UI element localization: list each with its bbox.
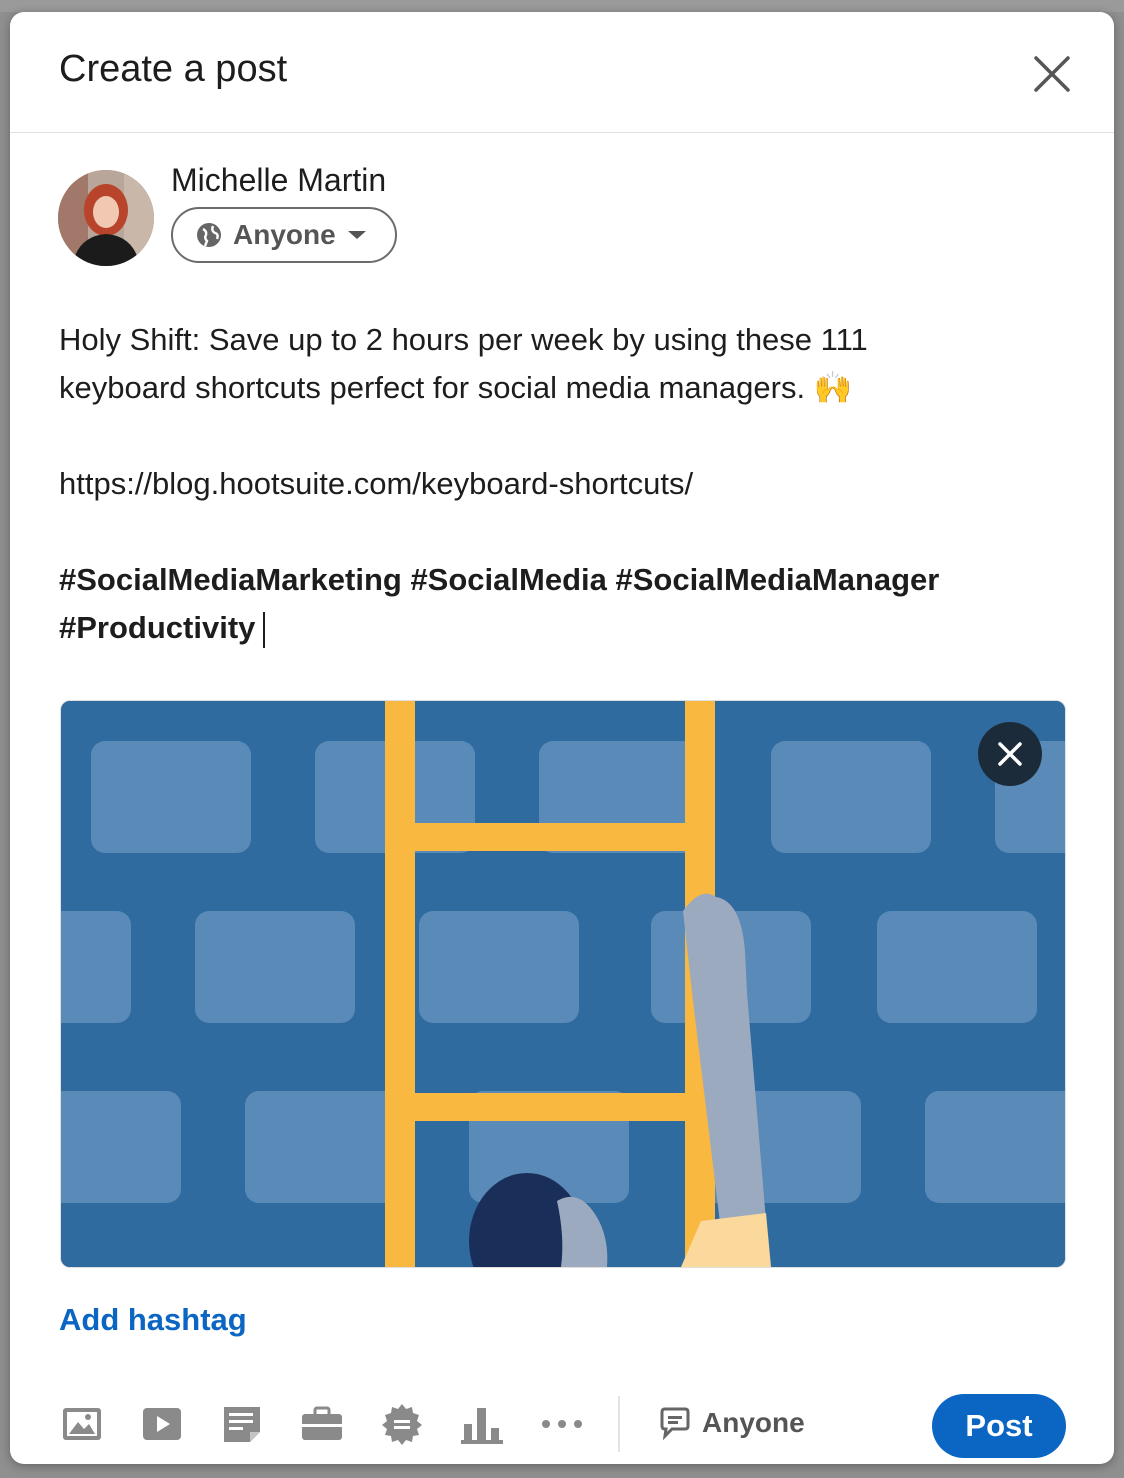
post-text-editor[interactable]: Holy Shift: Save up to 2 hours per week …	[59, 316, 1059, 652]
remove-media-button[interactable]	[978, 722, 1042, 786]
photo-icon[interactable]	[60, 1402, 104, 1446]
poll-icon[interactable]	[460, 1402, 504, 1446]
video-icon[interactable]	[140, 1402, 184, 1446]
comment-visibility-label: Anyone	[702, 1407, 805, 1438]
more-icon[interactable]	[540, 1402, 584, 1446]
celebrate-icon[interactable]	[380, 1402, 424, 1446]
modal-header: Create a post	[10, 12, 1114, 133]
media-preview	[60, 700, 1066, 1268]
post-line-1: Holy Shift: Save up to 2 hours per week …	[59, 322, 868, 357]
caret-down-icon	[347, 231, 366, 239]
author-name: Michelle Martin	[171, 162, 387, 198]
globe-icon	[197, 223, 221, 247]
document-icon[interactable]	[220, 1402, 264, 1446]
avatar	[58, 170, 154, 266]
close-icon	[998, 742, 1022, 766]
visibility-dropdown[interactable]: Anyone	[171, 207, 397, 263]
post-hashtags-line-2: #Productivity	[59, 610, 256, 645]
text-cursor	[263, 611, 266, 648]
post-button[interactable]: Post	[932, 1394, 1066, 1458]
background-page	[0, 0, 1124, 12]
comment-visibility-button[interactable]: Anyone	[658, 1406, 805, 1440]
close-icon[interactable]	[1030, 52, 1074, 96]
add-hashtag-link[interactable]: Add hashtag	[59, 1302, 247, 1338]
create-post-modal: Create a post Michelle Martin Anyone Hol…	[10, 12, 1114, 1464]
job-icon[interactable]	[300, 1402, 344, 1446]
visibility-label: Anyone	[233, 219, 336, 250]
post-hashtags-line-1: #SocialMediaMarketing #SocialMedia #Soci…	[59, 562, 940, 597]
composer-toolbar: Anyone Post	[10, 1392, 1114, 1464]
comment-icon	[660, 1407, 690, 1440]
toolbar-divider	[618, 1396, 620, 1452]
post-line-2: keyboard shortcuts perfect for social me…	[59, 370, 853, 405]
modal-title: Create a post	[59, 48, 288, 90]
post-link: https://blog.hootsuite.com/keyboard-shor…	[59, 466, 694, 501]
